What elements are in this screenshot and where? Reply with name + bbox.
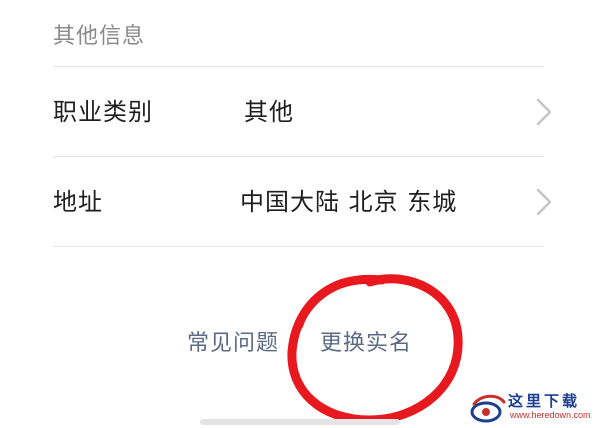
watermark: 这里下载 www.heredown.com	[470, 388, 598, 426]
chevron-right-icon	[536, 98, 552, 126]
info-page: 其他信息 职业类别 其他 地址 中国大陆 北京 东城 常见问题 更换实名 这里下…	[0, 0, 600, 428]
home-indicator	[200, 419, 400, 425]
divider	[53, 66, 544, 67]
divider	[53, 156, 544, 157]
occupation-value: 其他	[244, 98, 294, 126]
chevron-right-icon	[536, 188, 552, 216]
row-address[interactable]: 地址 中国大陆 北京 东城	[53, 158, 553, 246]
red-circle-annotation	[287, 274, 463, 425]
row-occupation[interactable]: 职业类别 其他	[53, 68, 553, 156]
occupation-label: 职业类别	[53, 98, 153, 126]
section-title: 其他信息	[53, 24, 146, 49]
watermark-text: 这里下载	[508, 392, 581, 410]
address-label: 地址	[53, 188, 103, 216]
faq-link[interactable]: 常见问题	[187, 325, 279, 357]
watermark-logo-icon	[470, 394, 506, 423]
watermark-url: www.heredown.com	[510, 410, 591, 420]
address-value: 中国大陆 北京 东城	[240, 188, 458, 216]
divider	[53, 246, 544, 247]
